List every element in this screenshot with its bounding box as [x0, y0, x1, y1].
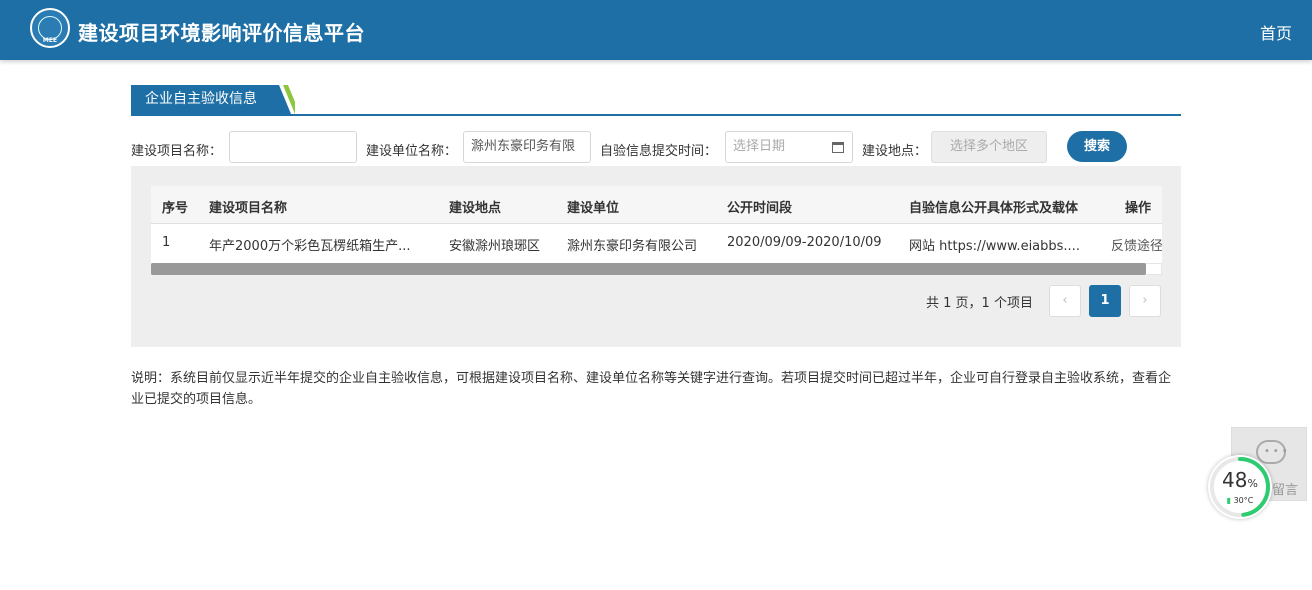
col-location: 建设地点: [449, 201, 502, 216]
mee-logo: MEE: [30, 8, 70, 48]
col-unit: 建设单位: [567, 201, 620, 216]
logo-text: MEE: [42, 37, 58, 44]
col-disclosure: 自验信息公开具体形式及载体: [909, 201, 1079, 216]
cell-index: 1: [162, 235, 171, 250]
cell-location: 安徽滁州琅琊区: [449, 239, 541, 254]
calendar-icon[interactable]: [832, 142, 844, 153]
cell-disclosure: 网站 https://www.eiabbs....: [909, 239, 1080, 254]
site-title: 建设项目环境影响评价信息平台: [78, 21, 365, 45]
location-label: 建设地点：: [862, 144, 928, 159]
nav-home-link[interactable]: 首页: [1260, 20, 1292, 44]
col-project-name: 建设项目名称: [209, 201, 288, 216]
submit-date-picker[interactable]: 选择日期: [725, 131, 853, 163]
table-row: 1 年产2000万个彩色瓦楞纸箱生产... 安徽滁州琅琊区 滁州东豪印务有限公司…: [151, 225, 1162, 261]
scrollbar-thumb[interactable]: [151, 263, 1146, 275]
prev-page-button[interactable]: ‹: [1049, 285, 1081, 317]
unit-name-label: 建设单位名称：: [366, 144, 458, 159]
col-index: 序号: [162, 201, 189, 216]
next-page-button[interactable]: ›: [1129, 285, 1161, 317]
message-label: 留言: [1272, 483, 1299, 498]
table-header: 序号 建设项目名称 建设地点 建设单位 公开时间段 自验信息公开具体形式及载体 …: [151, 186, 1162, 224]
thermometer-icon: ▮: [1226, 496, 1232, 505]
project-name-label: 建设项目名称：: [131, 144, 223, 159]
explanation-note: 说明：系统目前仅显示近半年提交的企业自主验收信息，可根据建设项目名称、建设单位名…: [131, 371, 1172, 407]
col-actions: 操作: [1125, 201, 1152, 216]
pagination-info: 共 1 页，1 个项目: [926, 296, 1033, 311]
submit-time-label: 自验信息提交时间：: [600, 144, 718, 159]
results-table: 序号 建设项目名称 建设地点 建设单位 公开时间段 自验信息公开具体形式及载体 …: [151, 186, 1162, 275]
cell-unit: 滁州东豪印务有限公司: [567, 239, 698, 254]
page-1-button[interactable]: 1: [1089, 285, 1121, 317]
section-header: 企业自主验收信息: [131, 85, 1181, 116]
gauge-temperature: ▮ 30°C: [1226, 496, 1254, 505]
location-select[interactable]: 选择多个地区: [931, 131, 1047, 163]
gauge-value: 48%: [1222, 468, 1258, 492]
col-period: 公开时间段: [727, 201, 793, 216]
top-bar: MEE 建设项目环境影响评价信息平台 首页: [0, 0, 1312, 60]
unit-name-input[interactable]: 滁州东豪印务有限: [463, 131, 591, 163]
project-name-input[interactable]: [229, 131, 357, 163]
search-filters: 建设项目名称： 建设单位名称： 滁州东豪印务有限 自验信息提交时间： 选择日期 …: [131, 131, 1181, 163]
results-panel: 序号 建设项目名称 建设地点 建设单位 公开时间段 自验信息公开具体形式及载体 …: [131, 166, 1181, 347]
cell-project-name[interactable]: 年产2000万个彩色瓦楞纸箱生产...: [209, 235, 410, 254]
section-title: 企业自主验收信息: [131, 85, 291, 114]
submit-date-placeholder: 选择日期: [733, 139, 786, 154]
cell-period: 2020/09/09-2020/10/09: [727, 235, 882, 250]
feedback-link[interactable]: 反馈途径: [1111, 235, 1162, 254]
search-button[interactable]: 搜索: [1067, 131, 1127, 162]
performance-gauge[interactable]: 48% ▮ 30°C: [1208, 455, 1272, 519]
